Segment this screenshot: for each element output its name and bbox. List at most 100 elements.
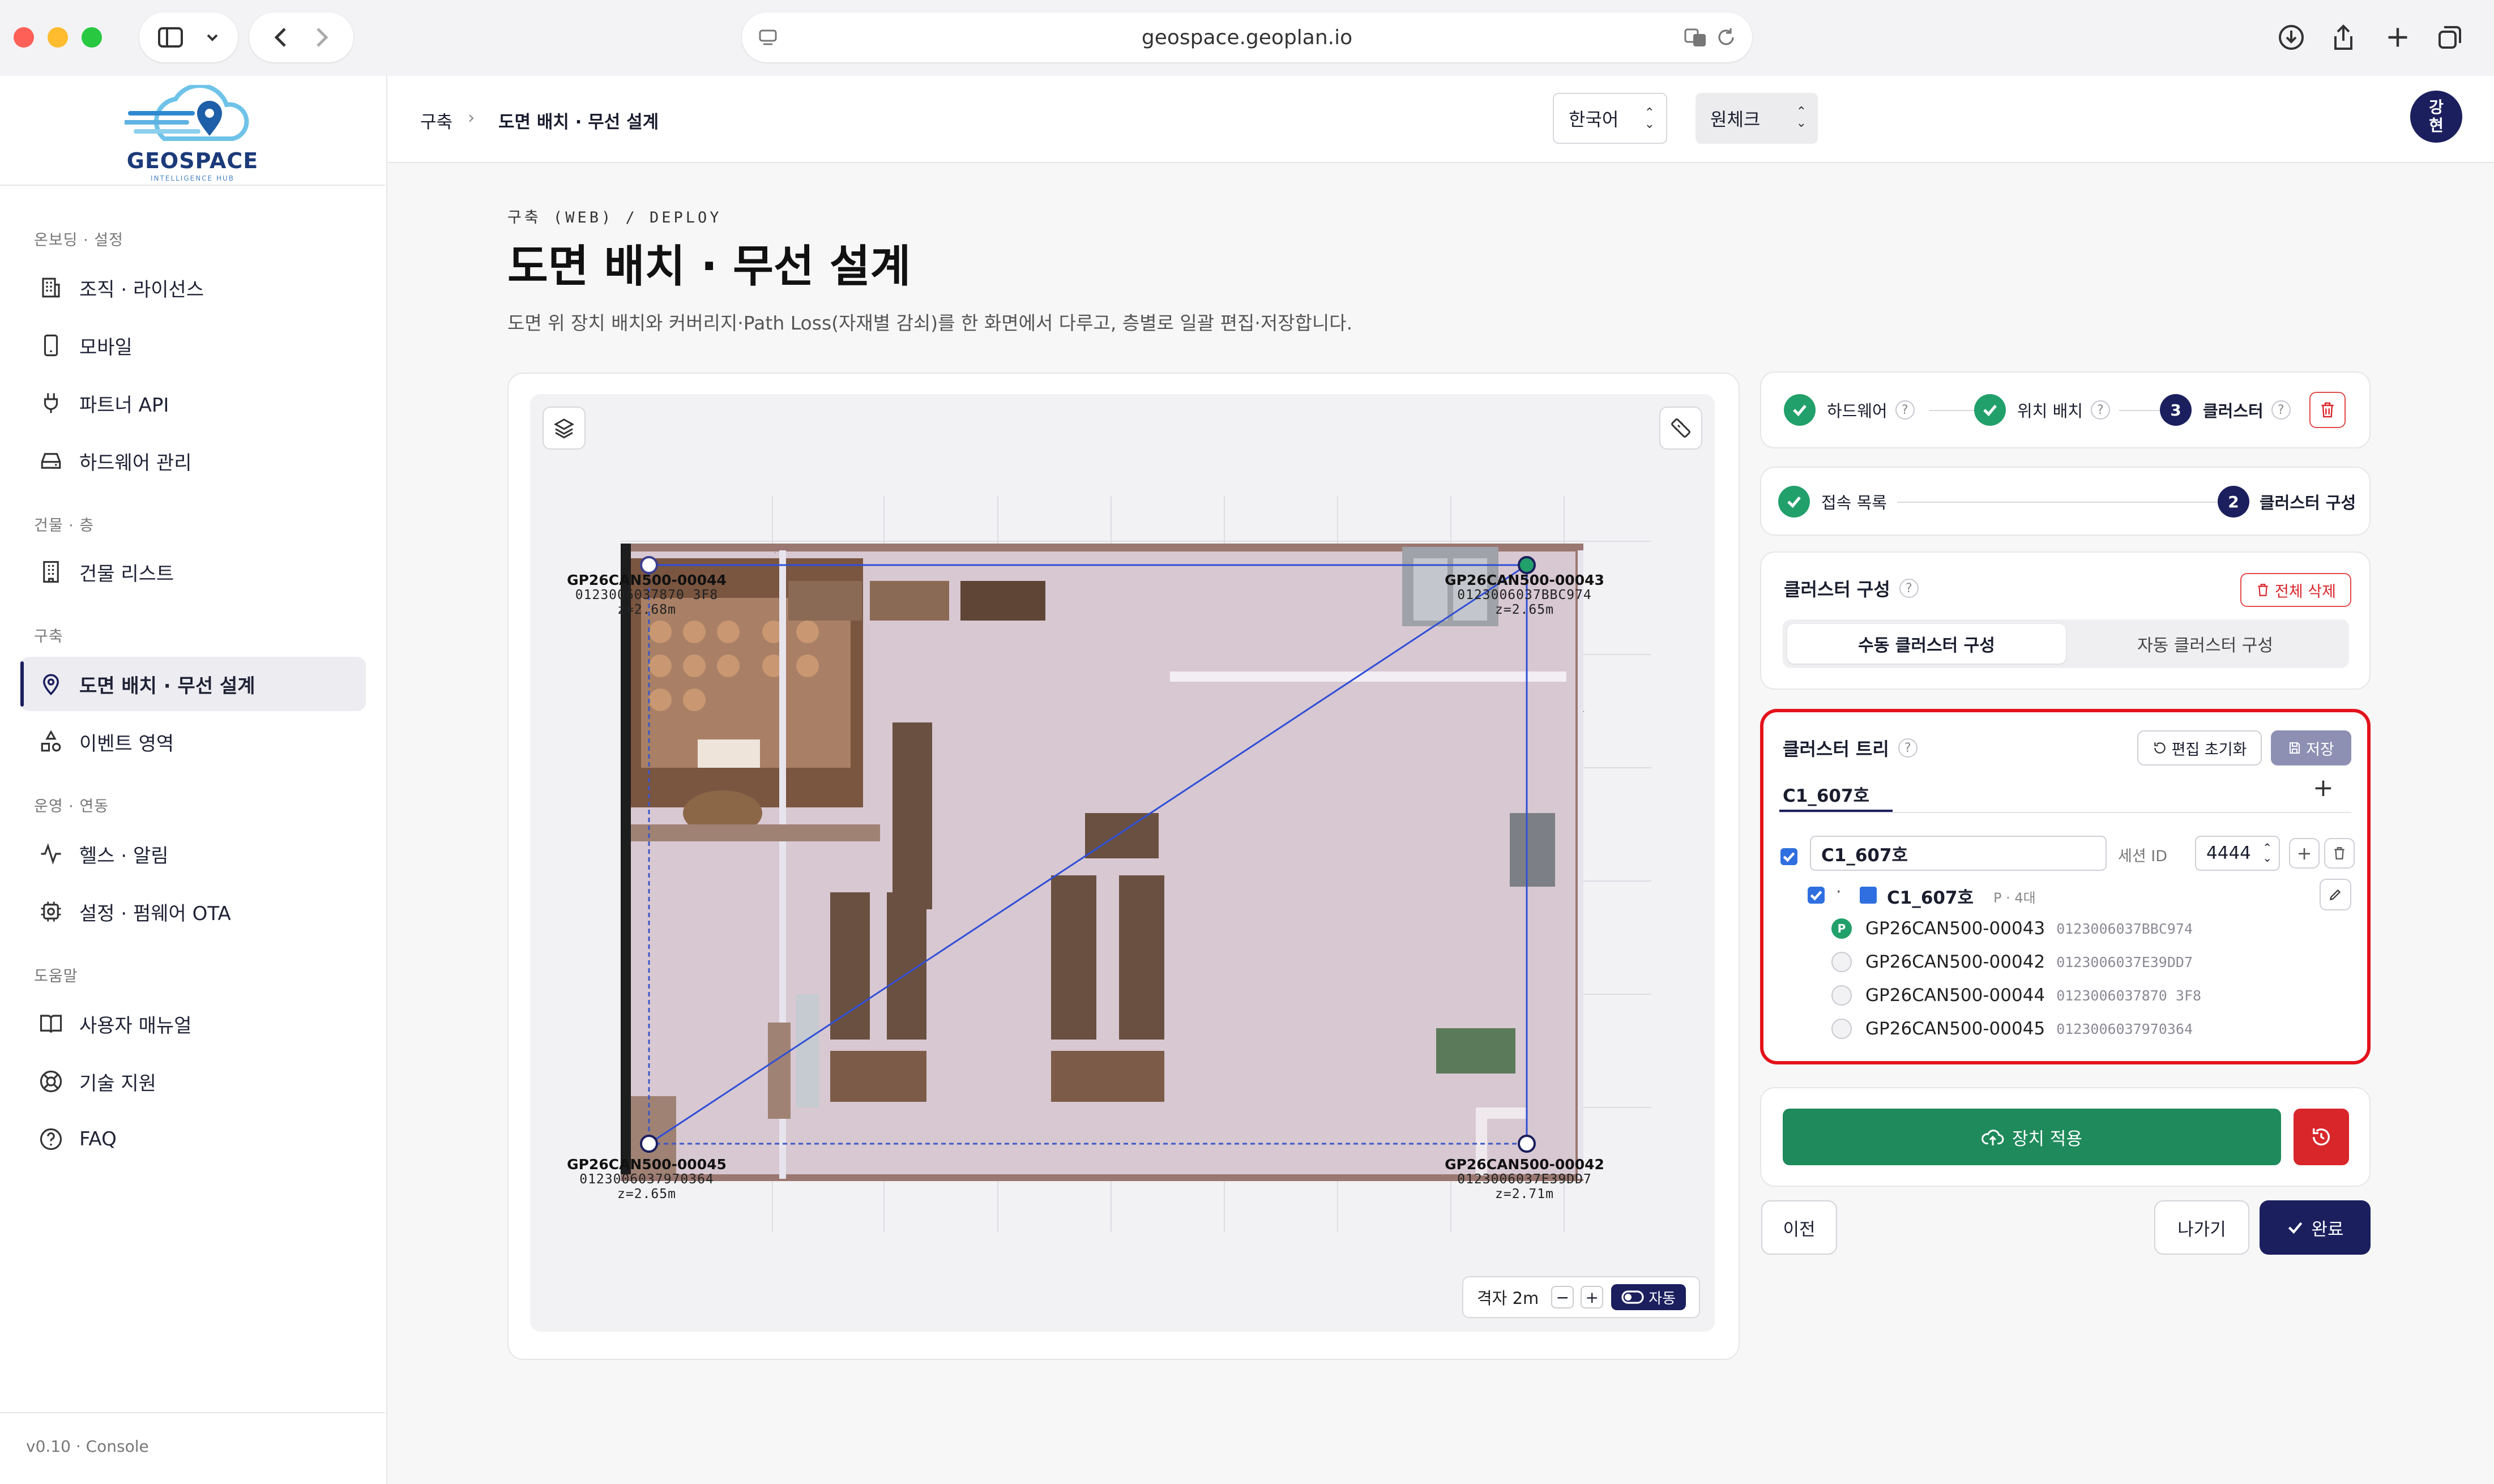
sidebar-item-organization[interactable]: 조직 · 라이선스: [20, 260, 366, 315]
help-icon[interactable]: ?: [2271, 400, 2291, 420]
done-button[interactable]: 완료: [2260, 1200, 2371, 1255]
cluster-tab[interactable]: C1_607호: [1783, 781, 1869, 807]
browser-chrome: geospace.geoplan.io: [0, 0, 2494, 77]
apply-devices-button[interactable]: 장치 적용: [1783, 1109, 2281, 1165]
step-placement[interactable]: 위치 배치 ?: [1974, 394, 2110, 426]
translate-icon[interactable]: [1684, 27, 1707, 48]
group-checkbox[interactable]: [1808, 887, 1825, 904]
sidebar-item-mobile[interactable]: 모바일: [20, 318, 366, 373]
activity-icon: [36, 842, 66, 866]
save-icon: [2290, 742, 2300, 754]
sidebar-item-health[interactable]: 헬스 · 알림: [20, 827, 366, 881]
brand-logo[interactable]: GEOSPACE INTELLIGENCE HUB: [122, 83, 260, 193]
measure-button[interactable]: [1659, 407, 1702, 450]
help-icon[interactable]: ?: [2090, 400, 2110, 420]
add-group-button[interactable]: +: [2289, 838, 2320, 869]
add-cluster-button[interactable]: +: [2313, 773, 2334, 802]
sidebar-toggle-button[interactable]: [139, 12, 238, 62]
delete-cluster-button[interactable]: [2324, 838, 2355, 869]
sidebar-item-partner-api[interactable]: 파트너 API: [20, 376, 366, 430]
sidebar-item-label: 이벤트 영역: [79, 732, 174, 755]
restore-button[interactable]: [2294, 1109, 2349, 1165]
forward-icon[interactable]: [313, 27, 330, 48]
user-avatar[interactable]: 강 현: [2410, 91, 2462, 143]
sidebar-section-title: 온보딩 · 설정: [34, 232, 123, 249]
sidebar-item-event-area[interactable]: 이벤트 영역: [20, 715, 366, 769]
device-label[interactable]: GP26CAN500-00044 0123006037870 3F8 z=2.6…: [562, 572, 732, 618]
step-hardware[interactable]: 하드웨어 ?: [1784, 394, 1915, 426]
check-icon: [1974, 394, 2006, 426]
tree-device-row[interactable]: GP26CAN500-00045 0123006037970364: [1831, 1014, 2193, 1043]
reload-icon[interactable]: [1716, 27, 1736, 48]
help-icon[interactable]: ?: [1895, 400, 1915, 420]
zoom-window-button[interactable]: [82, 27, 102, 48]
address-bar[interactable]: geospace.geoplan.io: [742, 12, 1752, 62]
breadcrumb-parent[interactable]: 구축: [420, 108, 452, 133]
exit-button[interactable]: 나가기: [2154, 1200, 2249, 1255]
device-label[interactable]: GP26CAN500-00042 0123006037E39DD7 z=2.71…: [1440, 1156, 1609, 1202]
sidebar-item-label: 사용자 매뉴얼: [79, 1014, 192, 1037]
new-tab-icon[interactable]: [2381, 20, 2415, 54]
delete-all-button[interactable]: 전체 삭제: [2240, 573, 2351, 607]
reset-edit-button[interactable]: 편집 초기화: [2137, 730, 2262, 765]
language-select[interactable]: 한국어 ⌃ ⌄: [1553, 93, 1667, 144]
sidebar-item-manual[interactable]: 사용자 매뉴얼: [20, 997, 366, 1051]
sidebar-section-title: 건물 · 층: [34, 517, 95, 534]
floorplan-canvas[interactable]: GP26CAN500-00044 0123006037870 3F8 z=2.6…: [530, 394, 1715, 1332]
auto-mode-tab[interactable]: 자동 클러스터 구성: [2066, 624, 2344, 664]
sidebar-item-settings-ota[interactable]: 설정 · 펌웨어 OTA: [20, 884, 366, 939]
minimize-window-button[interactable]: [48, 27, 68, 48]
manual-mode-tab[interactable]: 수동 클러스터 구성: [1787, 624, 2066, 664]
step-cluster[interactable]: 3 클러스터 ?: [2160, 394, 2291, 426]
device-status-dot[interactable]: [1831, 952, 1852, 972]
grid-auto-toggle[interactable]: 자동: [1611, 1284, 1686, 1310]
edit-group-button[interactable]: [2320, 879, 2351, 910]
sidebar-item-support[interactable]: 기술 지원: [20, 1054, 366, 1109]
url-text: geospace.geoplan.io: [1141, 26, 1353, 49]
save-tree-label: 저장: [2306, 741, 2334, 759]
device-status-dot[interactable]: [1831, 985, 1852, 1006]
sidebar-item-floorplan[interactable]: 도면 배치 · 무선 설계: [20, 657, 366, 711]
tree-device-row[interactable]: GP26CAN500-00042 0123006037E39DD7: [1831, 947, 2193, 977]
project-select[interactable]: 원체크 ⌃ ⌄: [1696, 93, 1818, 144]
cluster-config-header: 클러스터 구성 ?: [1784, 575, 1919, 601]
share-icon[interactable]: [2326, 20, 2360, 54]
tab-overview-icon[interactable]: [2433, 20, 2467, 54]
tree-device-row[interactable]: P GP26CAN500-00043 0123006037BBC974: [1831, 914, 2193, 943]
mode-segmented-control: 수동 클러스터 구성 자동 클러스터 구성: [1783, 619, 2349, 668]
back-icon[interactable]: [273, 27, 290, 48]
device-label[interactable]: GP26CAN500-00045 0123006037970364 z=2.65…: [562, 1157, 732, 1202]
delete-step-button[interactable]: [2309, 392, 2346, 428]
step-label: 클러스터: [2203, 401, 2264, 421]
help-icon[interactable]: ?: [1899, 579, 1919, 598]
tree-device-row[interactable]: GP26CAN500-00044 0123006037870 3F8: [1831, 981, 2201, 1010]
substep-cluster-config[interactable]: 2 클러스터 구성: [2218, 486, 2356, 518]
downloads-icon[interactable]: [2274, 20, 2308, 54]
sidebar-item-hardware[interactable]: 하드웨어 관리: [20, 434, 366, 488]
top-bar: 구축 › 도면 배치 · 무선 설계 한국어 ⌃ ⌄ 원체크 ⌃ ⌄ 강 현: [387, 76, 2494, 163]
cluster-checkbox[interactable]: [1780, 848, 1797, 865]
prev-button[interactable]: 이전: [1761, 1200, 1837, 1255]
save-tree-button[interactable]: 저장: [2271, 730, 2351, 765]
device-name: GP26CAN500-00042: [1445, 1156, 1604, 1173]
device-label[interactable]: GP26CAN500-00043 0123006037BBC974 z=2.65…: [1440, 573, 1609, 618]
grid-decrease-button[interactable]: −: [1551, 1286, 1574, 1308]
group-color-swatch[interactable]: [1860, 887, 1877, 904]
close-window-button[interactable]: [14, 27, 34, 48]
map-pin-icon: [36, 672, 66, 696]
apply-devices-label: 장치 적용: [2012, 1128, 2082, 1149]
step-label: 하드웨어: [1827, 401, 1887, 421]
grid-increase-button[interactable]: +: [1581, 1286, 1604, 1308]
device-name: GP26CAN500-00044: [567, 572, 727, 588]
sidebar-item-faq[interactable]: FAQ: [20, 1112, 366, 1166]
layers-button[interactable]: [543, 407, 586, 450]
divider: [0, 185, 385, 186]
sidebar-item-building-list[interactable]: 건물 리스트: [20, 545, 366, 599]
device-height: z=2.71m: [1495, 1187, 1554, 1201]
session-id-stepper[interactable]: 4444 ⌃ ⌄: [2195, 836, 2280, 871]
device-name: GP26CAN500-00045: [1865, 1019, 2045, 1039]
help-icon[interactable]: ?: [1898, 738, 1918, 758]
device-status-dot[interactable]: [1831, 1019, 1852, 1039]
substep-connections[interactable]: 접속 목록: [1778, 486, 1887, 518]
cluster-name-input[interactable]: C1_607호: [1810, 836, 2107, 871]
